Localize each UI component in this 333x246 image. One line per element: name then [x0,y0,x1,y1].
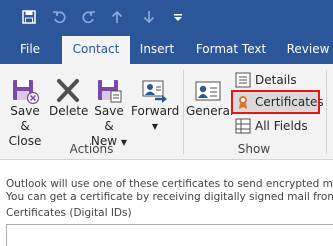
ribbon-tab-bar: File Contact Insert Format Text Review [0,34,333,64]
show-group-label: Show [237,142,271,156]
forward-button[interactable]: Forward ▼ [131,78,179,134]
message-line-2: You can get a certificate by receiving d… [6,190,333,203]
delete-button[interactable]: Delete [49,78,89,119]
actions-group-label: Actions [69,142,114,156]
details-label: Details [255,73,297,87]
customize-icon[interactable] [169,9,187,25]
details-icon [235,72,251,88]
certificates-button[interactable]: Certificates [231,90,324,114]
group-separator-right [326,70,327,154]
tab-file[interactable]: File [10,34,50,64]
certificates-list[interactable] [6,224,333,246]
delete-icon [57,79,79,102]
message-line-1: Outlook will use one of these certificat… [6,178,333,190]
save-close-icon [13,80,39,104]
forward-label-text: Forward [131,104,180,118]
up-arrow-icon[interactable] [108,9,126,25]
certificates-label: Certificates [255,95,324,109]
save-close-button[interactable]: Save & Close [4,78,46,149]
tab-format-text[interactable]: Format Text [192,34,270,64]
forward-label: Forward [131,104,179,119]
certificate-ribbon-icon [239,96,247,109]
save-new-icon [98,80,122,103]
general-button[interactable]: General [186,78,234,119]
general-label: General [186,104,234,118]
save-new-button[interactable]: Save & New ▼ [88,78,130,150]
redo-icon[interactable] [80,9,98,25]
save-icon[interactable] [20,9,38,25]
all-fields-button[interactable]: All Fields [235,116,308,136]
tab-review[interactable]: Review [283,34,333,64]
undo-icon[interactable] [50,9,68,25]
delete-label: Delete [49,104,89,118]
all-fields-label: All Fields [255,119,308,133]
tab-contact[interactable]: Contact [62,36,130,64]
save-close-label-line1: Save & [10,104,40,133]
general-contact-card-icon [195,81,221,101]
ribbon: Save & Close Delete Save & New ▼ Forward [0,64,333,160]
tab-insert[interactable]: Insert [134,34,180,64]
details-button[interactable]: Details [235,70,297,90]
all-fields-icon [235,118,251,134]
forward-dropdown-arrow-icon: ▼ [151,122,159,131]
save-new-label-line1: Save & [94,104,124,133]
forward-contact-icon [142,80,167,103]
certificates-list-label: Certificates (Digital IDs) [6,207,132,219]
down-arrow-icon[interactable] [140,9,158,25]
certificate-info-message: Outlook will use one of these certificat… [6,178,333,203]
title-bar [0,0,333,34]
